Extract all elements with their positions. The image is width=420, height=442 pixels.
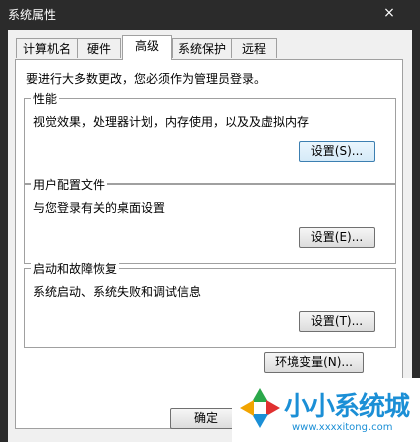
performance-description: 视觉效果，处理器计划，内存使用，以及及虚拟内存 xyxy=(33,115,310,129)
startup-recovery-group: 启动和故障恢复 系统启动、系统失败和调试信息 设置(T)... xyxy=(24,260,396,348)
tab-computer-name[interactable]: 计算机名 xyxy=(16,38,78,58)
environment-variables-button[interactable]: 环境变量(N)... xyxy=(264,352,364,373)
tab-system-protection[interactable]: 系统保护 xyxy=(172,38,232,58)
startup-recovery-legend: 启动和故障恢复 xyxy=(31,260,120,277)
watermark-url: www.xxxxitong.com xyxy=(292,422,393,433)
watermark-logo-icon xyxy=(240,388,280,428)
tab-remote[interactable]: 远程 xyxy=(231,38,277,58)
user-profile-legend: 用户配置文件 xyxy=(31,176,108,193)
startup-recovery-settings-button[interactable]: 设置(T)... xyxy=(299,311,375,332)
user-profile-description: 与您登录有关的桌面设置 xyxy=(33,201,166,215)
watermark: 小小系统城 www.xxxxitong.com xyxy=(232,378,420,442)
admin-notice: 要进行大多数更改，您必须作为管理员登录。 xyxy=(26,72,267,86)
tab-hardware[interactable]: 硬件 xyxy=(77,38,121,58)
tab-advanced[interactable]: 高级 xyxy=(122,35,172,60)
close-icon[interactable]: × xyxy=(378,2,400,24)
watermark-text: 小小系统城 xyxy=(284,392,410,422)
title-bar: 系统属性 × xyxy=(0,0,420,30)
user-profile-group: 用户配置文件 与您登录有关的桌面设置 设置(E)... xyxy=(24,176,396,264)
performance-legend: 性能 xyxy=(31,90,60,107)
performance-group: 性能 视觉效果，处理器计划，内存使用，以及及虚拟内存 设置(S)... xyxy=(24,90,396,184)
startup-recovery-description: 系统启动、系统失败和调试信息 xyxy=(33,285,202,299)
window-title: 系统属性 xyxy=(8,8,57,22)
user-profile-settings-button[interactable]: 设置(E)... xyxy=(299,227,375,248)
performance-settings-button[interactable]: 设置(S)... xyxy=(299,141,375,162)
